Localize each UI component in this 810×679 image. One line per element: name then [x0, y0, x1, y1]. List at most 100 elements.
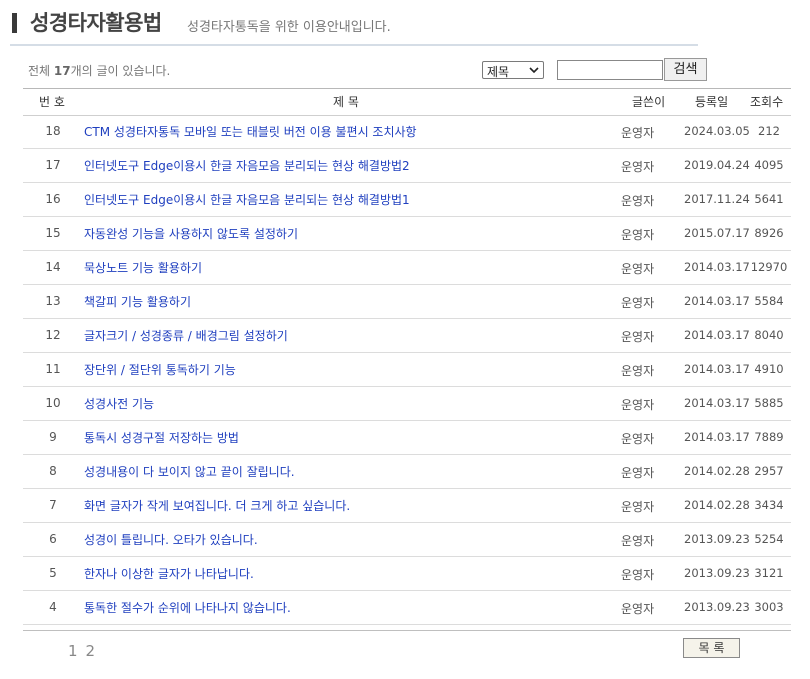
search-input[interactable] [557, 60, 663, 80]
header-date: 등록일 [695, 95, 729, 109]
table-row: 15 자동완성 기능을 사용하지 않도록 설정하기 운영자 2015.07.17 892… [23, 216, 791, 251]
post-number: 12 [45, 328, 61, 342]
post-author: 운영자 [621, 160, 655, 174]
post-number: 7 [49, 498, 57, 512]
post-number: 9 [49, 430, 57, 444]
post-date: 2013.09.23 [684, 566, 750, 580]
post-title-link[interactable]: 인터넷도구 Edge이용시 한글 자음모음 분리되는 현상 해결방법1 [84, 191, 410, 208]
count-prefix: 전체 [28, 64, 54, 78]
table-bottom-divider [23, 630, 791, 631]
header-author: 글쓴이 [632, 95, 666, 109]
post-hits: 5584 [754, 294, 784, 308]
header-num: 번 호 [39, 95, 65, 109]
post-number: 10 [45, 396, 61, 410]
post-author: 운영자 [621, 568, 655, 582]
post-title-link[interactable]: 묵상노트 기능 활용하기 [84, 259, 202, 276]
table-header: 번 호 제 목 글쓴이 등록일 조회수 [23, 88, 791, 116]
header-hits: 조회수 [750, 95, 784, 109]
table-row: 10 성경사전 기능 운영자 2014.03.17 5885 [23, 386, 791, 421]
title-bar-marker [12, 13, 17, 33]
page-link[interactable]: 2 [86, 642, 96, 660]
post-title-link[interactable]: 성경사전 기능 [84, 395, 154, 412]
page-title: 성경타자활용법 [30, 11, 162, 35]
header-title: 제 목 [333, 95, 359, 109]
post-hits: 4095 [754, 158, 784, 172]
page-subtitle: 성경타자통독을 위한 이용안내입니다. [187, 20, 391, 35]
post-date: 2015.07.17 [684, 226, 750, 240]
post-title-link[interactable]: 화면 글자가 작게 보여집니다. 더 크게 하고 싶습니다. [84, 497, 350, 514]
post-hits: 2957 [754, 464, 784, 478]
post-date: 2014.02.28 [684, 498, 750, 512]
post-number: 8 [49, 464, 57, 478]
post-hits: 12970 [750, 260, 788, 274]
post-number: 14 [45, 260, 61, 274]
post-number: 6 [49, 532, 57, 546]
post-author: 운영자 [621, 364, 655, 378]
post-hits: 5885 [754, 396, 784, 410]
table-row: 9 통독시 성경구절 저장하는 방법 운영자 2014.03.17 7889 [23, 420, 791, 455]
post-title-link[interactable]: 한자나 이상한 글자가 나타납니다. [84, 565, 254, 582]
post-number: 11 [45, 362, 61, 376]
post-date: 2013.09.23 [684, 600, 750, 614]
search-field-select[interactable]: 제목 [482, 61, 544, 79]
post-title-link[interactable]: 통독시 성경구절 저장하는 방법 [84, 429, 239, 446]
post-title-link[interactable]: CTM 성경타자통독 모바일 또는 태블릿 버전 이용 불편시 조치사항 [84, 123, 417, 140]
post-hits: 212 [758, 124, 780, 138]
post-author: 운영자 [621, 228, 655, 242]
table-row: 7 화면 글자가 작게 보여집니다. 더 크게 하고 싶습니다. 운영자 2014.0… [23, 488, 791, 523]
post-number: 13 [45, 294, 61, 308]
post-author: 운영자 [621, 194, 655, 208]
post-author: 운영자 [621, 330, 655, 344]
post-title-link[interactable]: 자동완성 기능을 사용하지 않도록 설정하기 [84, 225, 298, 242]
count-suffix: 개의 글이 있습니다. [70, 64, 171, 78]
post-author: 운영자 [621, 262, 655, 276]
post-author: 운영자 [621, 296, 655, 310]
post-date: 2017.11.24 [684, 192, 750, 206]
post-number: 18 [45, 124, 61, 138]
table-row: 6 성경이 틀립니다. 오타가 있습니다. 운영자 2013.09.23 5254 [23, 522, 791, 557]
post-date: 2014.03.17 [684, 362, 750, 376]
post-date: 2013.09.23 [684, 532, 750, 546]
chevron-down-icon [529, 67, 539, 74]
post-count: 전체 17개의 글이 있습니다. [28, 62, 170, 79]
post-title-link[interactable]: 인터넷도구 Edge이용시 한글 자음모음 분리되는 현상 해결방법2 [84, 157, 410, 174]
table-row: 5 한자나 이상한 글자가 나타납니다. 운영자 2013.09.23 3121 [23, 556, 791, 591]
post-title-link[interactable]: 성경내용이 다 보이지 않고 끝이 잘립니다. [84, 463, 295, 480]
post-hits: 3434 [754, 498, 784, 512]
post-date: 2019.04.24 [684, 158, 750, 172]
table-row: 17 인터넷도구 Edge이용시 한글 자음모음 분리되는 현상 해결방법2 운영자… [23, 148, 791, 183]
table-row: 8 성경내용이 다 보이지 않고 끝이 잘립니다. 운영자 2014.02.28 295… [23, 454, 791, 489]
table-row: 16 인터넷도구 Edge이용시 한글 자음모음 분리되는 현상 해결방법1 운영자… [23, 182, 791, 217]
table-row: 13 책갈피 기능 활용하기 운영자 2014.03.17 5584 [23, 284, 791, 319]
table-row: 18 CTM 성경타자통독 모바일 또는 태블릿 버전 이용 불편시 조치사항 운영… [23, 114, 791, 149]
post-hits: 8040 [754, 328, 784, 342]
post-title-link[interactable]: 장단위 / 절단위 통독하기 기능 [84, 361, 236, 378]
table-row: 14 묵상노트 기능 활용하기 운영자 2014.03.17 12970 [23, 250, 791, 285]
post-number: 15 [45, 226, 61, 240]
board-header: 성경타자활용법 성경타자통독을 위한 이용안내입니다. [10, 8, 698, 46]
post-title-link[interactable]: 통독한 절수가 순위에 나타나지 않습니다. [84, 599, 291, 616]
post-title-link[interactable]: 책갈피 기능 활용하기 [84, 293, 191, 310]
post-author: 운영자 [621, 534, 655, 548]
table-row: 4 통독한 절수가 순위에 나타나지 않습니다. 운영자 2013.09.23 3003 [23, 590, 791, 625]
post-number: 16 [45, 192, 61, 206]
table-row: 11 장단위 / 절단위 통독하기 기능 운영자 2014.03.17 4910 [23, 352, 791, 387]
post-date: 2014.03.17 [684, 396, 750, 410]
list-button[interactable]: 목 록 [683, 638, 740, 658]
post-author: 운영자 [621, 432, 655, 446]
post-hits: 4910 [754, 362, 784, 376]
post-hits: 8926 [754, 226, 784, 240]
count-number: 17 [53, 64, 71, 78]
search-field-selected: 제목 [487, 65, 510, 79]
post-date: 2024.03.05 [684, 124, 750, 138]
post-author: 운영자 [621, 126, 655, 140]
post-author: 운영자 [621, 398, 655, 412]
search-button[interactable]: 검색 [664, 58, 707, 81]
post-title-link[interactable]: 글자크기 / 성경종류 / 배경그림 설정하기 [84, 327, 288, 344]
post-author: 운영자 [621, 500, 655, 514]
post-title-link[interactable]: 성경이 틀립니다. 오타가 있습니다. [84, 531, 258, 548]
post-date: 2014.03.17 [684, 328, 750, 342]
page-link[interactable]: 1 [68, 642, 78, 660]
post-number: 5 [49, 566, 57, 580]
post-date: 2014.02.28 [684, 464, 750, 478]
